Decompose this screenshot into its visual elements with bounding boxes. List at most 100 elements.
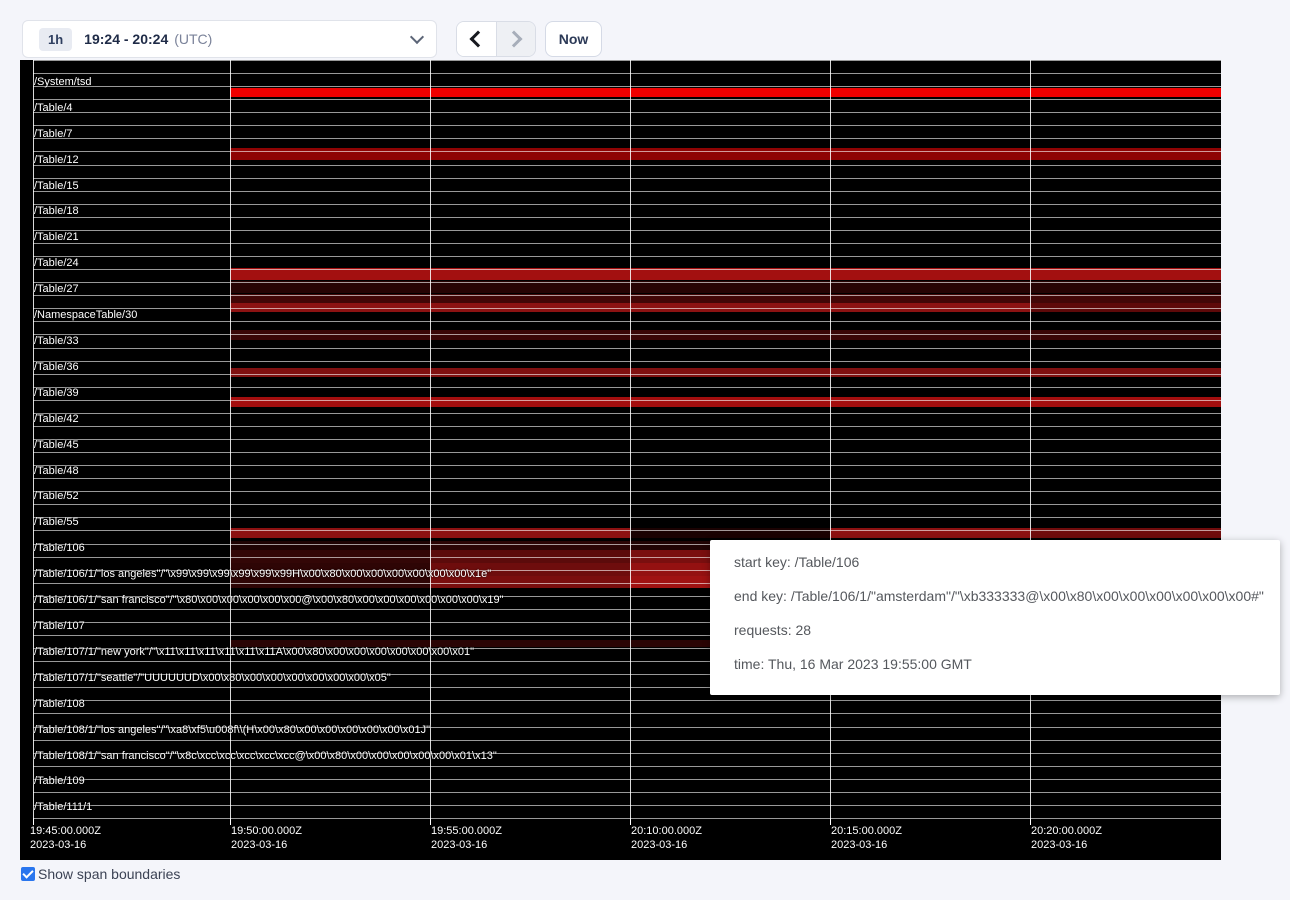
row-label: /Table/18 [34, 205, 79, 218]
axis-time-label: 20:20:00.000Z 2023-03-16 [1031, 824, 1102, 852]
row-label: /Table/39 [34, 387, 79, 400]
span-boundary-line [33, 151, 1221, 152]
span-tooltip: start key: /Table/106 end key: /Table/10… [710, 540, 1280, 695]
time-range-text: 19:24 - 20:24 [84, 31, 168, 47]
row-label: /Table/27 [34, 283, 79, 296]
span-boundary-line [33, 766, 1221, 767]
heat-band[interactable] [430, 541, 630, 550]
time-gridline [1030, 60, 1031, 818]
span-boundary-line [33, 204, 1221, 205]
span-boundary-line [33, 387, 1221, 388]
span-boundary-line [33, 334, 1221, 335]
time-nav-group [456, 21, 536, 57]
span-boundary-line [33, 504, 1221, 505]
row-label: /Table/45 [34, 439, 79, 452]
span-boundary-line [33, 112, 1221, 113]
span-boundary-line [33, 125, 1221, 126]
row-label: /Table/108 [34, 698, 85, 711]
span-boundary-line [33, 178, 1221, 179]
row-label: /Table/106/1/"san francisco"/"\x80\x00\x… [34, 594, 504, 607]
heat-band[interactable] [230, 397, 1221, 407]
row-label: /Table/108/1/"los angeles"/"\xa8\xf5\u00… [34, 724, 430, 737]
span-boundary-line [33, 191, 1221, 192]
time-gridline [230, 60, 231, 818]
span-boundary-line [33, 792, 1221, 793]
heat-band[interactable] [230, 368, 1221, 377]
row-label: /Table/33 [34, 335, 79, 348]
span-boundary-line [33, 426, 1221, 427]
time-gridline [430, 60, 431, 818]
heat-band[interactable] [230, 541, 430, 550]
span-boundary-line [33, 439, 1221, 440]
row-label: /Table/107 [34, 620, 85, 633]
axis-time-label: 19:50:00.000Z 2023-03-16 [231, 824, 302, 852]
row-label: /System/tsd [34, 76, 91, 89]
span-boundary-line [33, 361, 1221, 362]
axis-time-label: 19:55:00.000Z 2023-03-16 [431, 824, 502, 852]
span-boundary-line [33, 73, 1221, 74]
time-range-selector[interactable]: 1h 19:24 - 20:24 (UTC) [22, 20, 437, 58]
span-boundary-line [33, 321, 1221, 322]
show-span-boundaries-checkbox[interactable] [21, 867, 35, 881]
span-boundary-line [33, 700, 1221, 701]
row-label: /Table/15 [34, 180, 79, 193]
axis-time-label: 19:45:00.000Z 2023-03-16 [30, 824, 101, 852]
span-boundary-line [33, 256, 1221, 257]
tooltip-start-key: start key: /Table/106 [734, 552, 1280, 572]
row-label: /Table/111/1 [34, 801, 92, 814]
row-label: /Table/108/1/"san francisco"/"\x8c\xcc\x… [34, 750, 497, 763]
time-gridline [830, 60, 831, 818]
chevron-right-icon [505, 31, 522, 48]
span-boundary-line [33, 308, 1221, 309]
span-boundary-line [33, 413, 1221, 414]
row-label: /NamespaceTable/30 [34, 309, 137, 322]
row-label: /Table/106/1/"los angeles"/"\x99\x99\x99… [34, 568, 491, 581]
span-boundary-line [33, 282, 1221, 283]
row-label: /Table/106 [34, 542, 85, 555]
span-boundary-line [33, 465, 1221, 466]
heat-band[interactable] [230, 88, 1221, 97]
prev-time-button[interactable] [457, 22, 496, 56]
next-time-button[interactable] [496, 22, 535, 56]
chevron-down-icon [410, 30, 424, 44]
span-boundary-line [33, 243, 1221, 244]
row-label: /Table/7 [34, 128, 73, 141]
row-label: /Table/36 [34, 361, 79, 374]
span-boundary-line [33, 374, 1221, 375]
span-boundary-line [33, 805, 1221, 806]
span-boundary-line [33, 165, 1221, 166]
row-label: /Table/48 [34, 465, 79, 478]
span-boundary-line [33, 86, 1221, 87]
row-label: /Table/107/1/"new york"/"\x11\x11\x11\x1… [34, 646, 474, 659]
row-label: /Table/24 [34, 257, 79, 270]
span-boundary-line [33, 779, 1221, 780]
now-button[interactable]: Now [545, 21, 602, 57]
check-icon [22, 867, 33, 878]
span-boundary-line [33, 740, 1221, 741]
span-boundary-line [33, 478, 1221, 479]
heat-band[interactable] [230, 148, 1221, 160]
span-boundary-line [33, 230, 1221, 231]
keyvis-canvas[interactable]: /System/tsd/Table/4/Table/7/Table/12/Tab… [20, 60, 1221, 860]
footer: Show span boundaries [21, 866, 180, 882]
chevron-left-icon [470, 31, 487, 48]
row-label: /Table/12 [34, 154, 79, 167]
span-boundary-line [33, 348, 1221, 349]
row-label: /Table/21 [34, 231, 79, 244]
span-boundary-line [33, 269, 1221, 270]
row-label: /Table/4 [34, 102, 73, 115]
span-boundary-line [33, 217, 1221, 218]
span-boundary-line [33, 138, 1221, 139]
tooltip-end-key: end key: /Table/106/1/"amsterdam"/"\xb33… [734, 586, 1280, 606]
span-boundary-line [33, 452, 1221, 453]
row-label: /Table/107/1/"seattle"/"UUUUUUD\x00\x80\… [34, 672, 391, 685]
tooltip-requests: requests: 28 [734, 620, 1280, 640]
row-label: /Table/42 [34, 413, 79, 426]
span-boundary-line [33, 295, 1221, 296]
span-boundary-line [33, 713, 1221, 714]
row-label: /Table/55 [34, 516, 79, 529]
span-boundary-line [33, 530, 1221, 531]
show-span-boundaries-label: Show span boundaries [38, 866, 180, 882]
axis-time-label: 20:15:00.000Z 2023-03-16 [831, 824, 902, 852]
axis-time-label: 20:10:00.000Z 2023-03-16 [631, 824, 702, 852]
